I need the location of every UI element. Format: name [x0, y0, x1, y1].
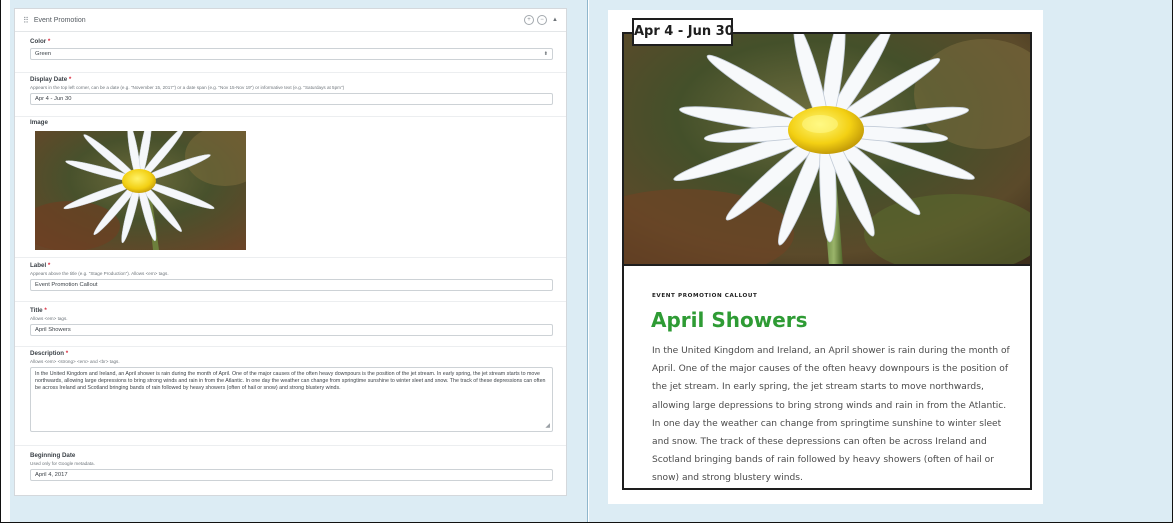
image-field: Image: [15, 119, 566, 126]
card-label: EVENT PROMOTION CALLOUT: [652, 293, 758, 299]
label-help: Appears above the title (e.g. "Stage Pro…: [30, 271, 169, 276]
description-text: In the United Kingdom and Ireland, an Ap…: [35, 371, 546, 392]
title-help: Allows <em> tags.: [30, 316, 68, 321]
daisy-photo-thumbnail: [35, 131, 246, 250]
card-description: In the United Kingdom and Ireland, an Ap…: [652, 346, 1010, 484]
description-textarea[interactable]: In the United Kingdom and Ireland, an Ap…: [30, 367, 553, 432]
display-date-input[interactable]: Apr 4 - Jun 30: [30, 93, 553, 105]
card-image: [624, 34, 1030, 266]
title-field: Title * Allows <em> tags. April Showers: [15, 307, 566, 336]
display-date-field: Display Date * Appears in the top left c…: [15, 76, 566, 105]
label-field: Label * Appears above the title (e.g. "S…: [15, 262, 566, 291]
image-label: Image: [30, 119, 48, 126]
description-help: Allows <em> <strong> <em> and <br> tags.: [30, 359, 120, 364]
caret-up-icon[interactable]: ▲: [552, 17, 558, 23]
color-field: Color * Green ⬍: [15, 38, 566, 60]
beginning-date-help: Used only for Google metadata.: [30, 461, 95, 466]
color-select[interactable]: Green ⬍: [30, 48, 553, 60]
date-tag: Apr 4 - Jun 30: [632, 18, 734, 46]
card-title: April Showers: [651, 308, 808, 332]
divider: [15, 346, 566, 347]
panel-header[interactable]: ⠿ Event Promotion + − ▲: [15, 9, 566, 32]
display-date-label: Display Date *: [30, 76, 72, 83]
beginning-date-field: Beginning Date Used only for Google meta…: [15, 452, 566, 481]
circle-minus-icon[interactable]: −: [537, 15, 548, 25]
daisy-photo: [624, 34, 1030, 264]
beginning-date-input[interactable]: April 4, 2017: [30, 469, 553, 481]
title-input[interactable]: April Showers: [30, 324, 553, 336]
color-label: Color *: [30, 38, 51, 45]
event-promotion-card[interactable]: EVENT PROMOTION CALLOUT April Showers In…: [622, 32, 1032, 490]
divider: [15, 72, 566, 73]
image-thumbnail[interactable]: [35, 131, 246, 250]
grip-icon[interactable]: ⠿: [23, 16, 29, 25]
panel-title: Event Promotion: [33, 16, 86, 24]
circle-plus-icon[interactable]: +: [524, 15, 535, 25]
beginning-date-label: Beginning Date: [30, 452, 76, 459]
description-label: Description *: [30, 350, 69, 357]
title-label: Title *: [30, 307, 47, 314]
description-field: Description * Allows <em> <strong> <em> …: [15, 350, 566, 432]
divider: [15, 116, 566, 117]
label-input[interactable]: Event Promotion Callout: [30, 279, 553, 291]
divider: [15, 301, 566, 302]
resize-handle-icon[interactable]: ◢: [545, 423, 550, 430]
select-arrow-icon: ⬍: [543, 51, 548, 57]
label-label: Label *: [30, 262, 51, 269]
event-promotion-form-panel: ⠿ Event Promotion + − ▲ Color * Green ⬍ …: [14, 8, 567, 496]
panel-controls: + − ▲: [524, 15, 558, 25]
divider: [15, 257, 566, 258]
divider: [15, 445, 566, 446]
color-select-value: Green: [35, 51, 52, 57]
display-date-help: Appears in the top left corner, can be a…: [30, 85, 345, 90]
